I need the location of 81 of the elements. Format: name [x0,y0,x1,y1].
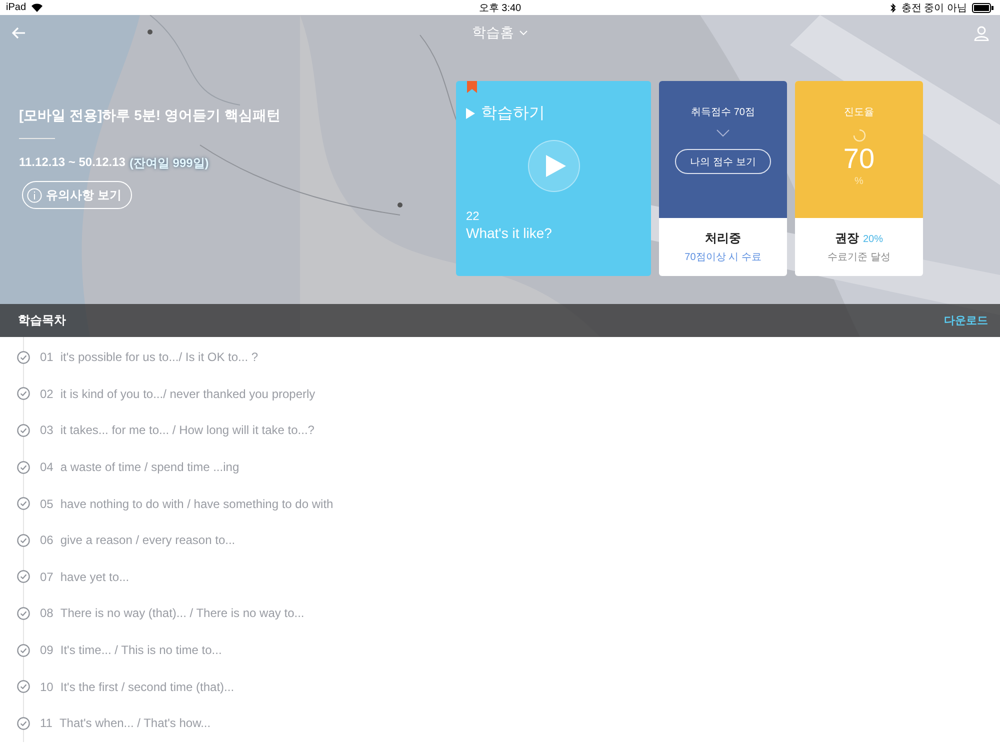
device-name: iPad [6,2,26,13]
lesson-title: it is kind of you to.../ never thanked you properly [60,386,316,401]
progress-title: 진도율 [844,106,874,119]
check-circle-icon [17,680,30,694]
remaining-days: (잔여일 999일) [129,155,209,172]
battery-status: 충전 중이 아님 [901,2,967,14]
bookmark-icon [467,81,477,93]
play-icon [546,155,566,177]
check-circle-icon [17,387,30,400]
check-circle-icon [17,350,30,364]
lesson-item[interactable]: 03 it takes... for me to... / How long will it take to...? [0,412,1000,449]
lesson-number: 02 [40,386,54,401]
lesson-number: 22 [466,209,480,223]
lesson-number: 08 [40,606,54,620]
lesson-number: 10 [40,680,54,694]
lesson-title: a waste of time / spend time ...ing [60,460,240,474]
lesson-item[interactable]: 04 a waste of time / spend time ...ing [0,448,1000,486]
lesson-item[interactable]: 11 That's when... / That's how... [0,704,1000,742]
lesson-title: have nothing to do with / have something to do with [60,496,334,511]
lesson-title: What's it like? [466,225,553,241]
lesson-title: give a reason / every reason to... [60,533,236,548]
play-button[interactable] [528,140,580,192]
lesson-item[interactable]: 10 It's the first / second time (that)... [0,668,1000,705]
lesson-number: 03 [40,423,54,438]
status-time: 오후 3:40 [478,2,522,14]
check-icon [716,129,730,137]
check-circle-icon [17,534,30,547]
lesson-number: 04 [40,460,54,474]
lesson-number: 05 [40,496,54,511]
lesson-item[interactable]: 02 it is kind of you to.../ never thanked you properly [0,376,1000,412]
lesson-title: It's time... / This is no time to... [60,643,222,658]
lesson-title: it takes... for me to... / How long will it take to...? [60,423,314,438]
learn-card[interactable]: 학습하기 22 What's it like? [456,81,651,276]
recommend-value: 20% [862,234,883,245]
check-circle-icon [17,497,30,510]
lesson-item[interactable]: 07 have yet to... [0,558,1000,596]
view-score-button[interactable]: 나의 점수 보기 [675,149,771,174]
section-title: 학습목차 [18,312,66,329]
lesson-item[interactable]: 05 have nothing to do with / have something to do with [0,485,1000,522]
lesson-title: That's when... / That's how... [59,716,211,730]
lesson-number: 07 [40,570,54,584]
user-icon[interactable] [974,26,989,40]
battery-icon [972,2,994,12]
bluetooth-icon [890,2,896,12]
learn-label: 학습하기 [481,104,545,124]
lesson-title: have yet to... [60,570,130,584]
spinner-icon [852,129,866,142]
lesson-item[interactable]: 09 It's time... / This is no time to... [0,632,1000,668]
lesson-item[interactable]: 06 give a reason / every reason to... [0,522,1000,559]
check-circle-icon [17,606,30,620]
check-circle-icon [17,644,30,657]
score-title: 취득점수 70점 [691,106,755,119]
lesson-number: 06 [40,533,54,548]
lesson-item[interactable]: 01 it's possible for us to.../ Is it OK to... ? [0,339,1000,376]
page-title-dropdown[interactable]: 학습홈 [472,24,528,42]
wifi-icon [31,3,44,12]
check-circle-icon [17,424,30,437]
lesson-title: it's possible for us to.../ Is it OK to... ? [60,350,258,364]
achievement-note: 수료기준 달성 [828,251,890,264]
info-icon [27,188,42,202]
notice-button[interactable]: 유의사항 보기 [22,181,132,209]
check-circle-icon [17,716,30,730]
score-status: 처리중 [705,230,741,247]
lesson-number: 01 [40,350,54,364]
back-arrow-icon[interactable] [12,27,26,39]
lesson-number: 09 [40,643,54,658]
progress-value: 70 [843,144,875,174]
course-period: 11.12.13 ~ 50.12.13 [19,155,126,171]
check-circle-icon [17,570,30,584]
download-link[interactable]: 다운로드 [944,313,988,328]
check-circle-icon [17,460,30,474]
caret-icon [519,30,528,36]
completion-note: 70점이상 시 수료 [684,251,762,264]
lesson-number: 11 [40,716,52,730]
lesson-title: It's the first / second time (that)... [60,680,234,694]
recommend-label: 권장 [834,230,859,247]
progress-unit: % [854,176,864,187]
lesson-item[interactable]: 08 There is no way (that)... / There is no way to... [0,595,1000,632]
course-title: [모바일 전용]하루 5분! 영어듣기 핵심패턴 [19,107,280,125]
lesson-title: There is no way (that)... / There is no way to... [60,606,304,620]
play-icon [466,108,475,119]
